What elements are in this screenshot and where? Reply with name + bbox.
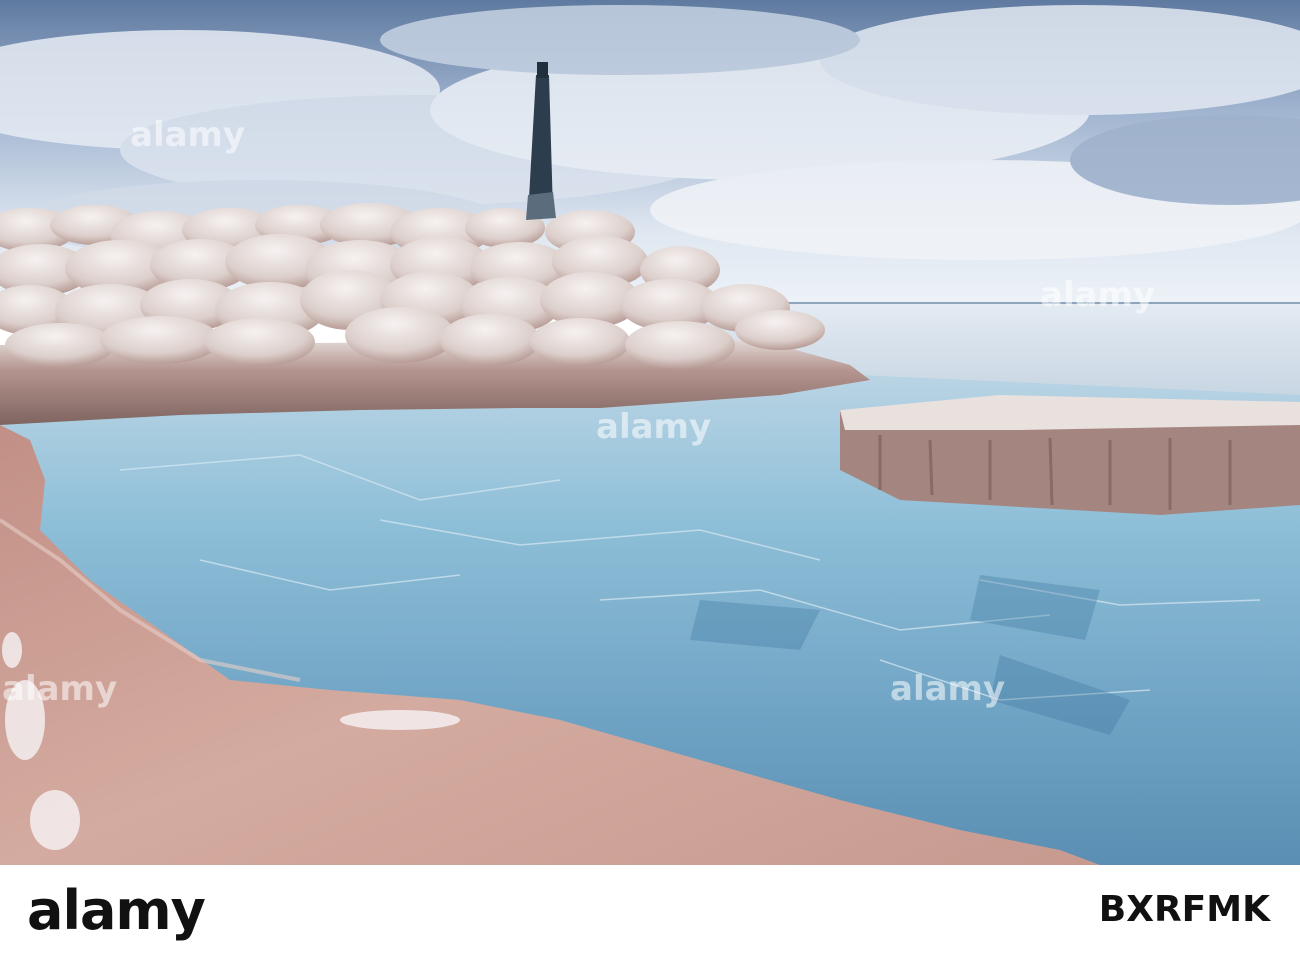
watermark: alamy	[890, 669, 1006, 709]
alamy-logo: alamy	[27, 879, 206, 942]
watermark: alamy	[2, 669, 118, 709]
watermark: alamy	[1040, 275, 1156, 315]
footer-bar: alamy BXRFMK	[0, 865, 1300, 956]
ice-shelf-right	[840, 395, 1300, 515]
image-id: BXRFMK	[1098, 889, 1270, 930]
watermark: alamy	[596, 407, 712, 447]
photo: alamy alamy alamy alamy alamy	[0, 0, 1300, 865]
watermark: alamy	[130, 115, 246, 155]
